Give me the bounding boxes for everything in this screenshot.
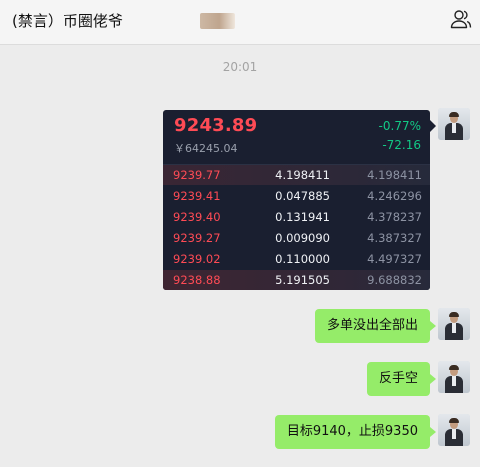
row-price: 9238.88 [173, 273, 221, 287]
row-amount: 5.191505 [275, 273, 330, 287]
message-bubble[interactable]: 目标9140，止损9350 [274, 415, 437, 449]
row-total: 4.246296 [367, 189, 422, 203]
ticker-price: 9243.89 [174, 115, 258, 136]
row-total: 4.198411 [367, 168, 422, 182]
blurred-badge [200, 13, 235, 29]
row-price: 9239.41 [173, 189, 221, 203]
ticker-cny-price: ￥64245.04 [174, 142, 238, 155]
row-price: 9239.77 [173, 168, 221, 182]
row-amount: 0.110000 [275, 252, 330, 266]
row-amount: 0.009090 [275, 231, 330, 245]
orderbook-row: 9239.40 0.131941 4.378237 [163, 207, 430, 227]
avatar[interactable] [438, 414, 470, 446]
message-bubble[interactable]: 多单没出全部出 [314, 309, 437, 343]
avatar[interactable] [438, 308, 470, 340]
chat-title[interactable]: (禁言）币圈佬爷 [12, 10, 123, 31]
ticker-change-abs: -72.16 [382, 138, 421, 152]
chat-header: (禁言）币圈佬爷 [0, 0, 480, 45]
orderbook-row: 9239.02 0.110000 4.497327 [163, 249, 430, 269]
ticker-bubble-tail [430, 120, 436, 132]
row-total: 4.387327 [367, 231, 422, 245]
avatar[interactable] [438, 108, 470, 140]
row-amount: 0.131941 [275, 210, 330, 224]
ticker-card[interactable]: 9243.89 ￥64245.04 -0.77% -72.16 9239.77 … [163, 110, 430, 290]
avatar[interactable] [438, 361, 470, 393]
row-amount: 0.047885 [275, 189, 330, 203]
row-total: 4.497327 [367, 252, 422, 266]
orderbook-row: 9239.27 0.009090 4.387327 [163, 228, 430, 248]
orderbook-row: 9239.41 0.047885 4.246296 [163, 186, 430, 206]
ticker-header: 9243.89 ￥64245.04 -0.77% -72.16 [163, 110, 430, 162]
row-price: 9239.27 [173, 231, 221, 245]
orderbook-row: 9238.88 5.191505 9.688832 [163, 270, 430, 290]
row-price: 9239.40 [173, 210, 221, 224]
row-total: 9.688832 [367, 273, 422, 287]
row-price: 9239.02 [173, 252, 221, 266]
orderbook-row: 9239.77 4.198411 4.198411 [163, 165, 430, 185]
row-total: 4.378237 [367, 210, 422, 224]
row-amount: 4.198411 [275, 168, 330, 182]
message-bubble[interactable]: 反手空 [366, 362, 437, 396]
message-timestamp: 20:01 [222, 60, 258, 74]
ticker-change-pct: -0.77% [378, 119, 421, 133]
people-icon[interactable] [449, 7, 473, 31]
